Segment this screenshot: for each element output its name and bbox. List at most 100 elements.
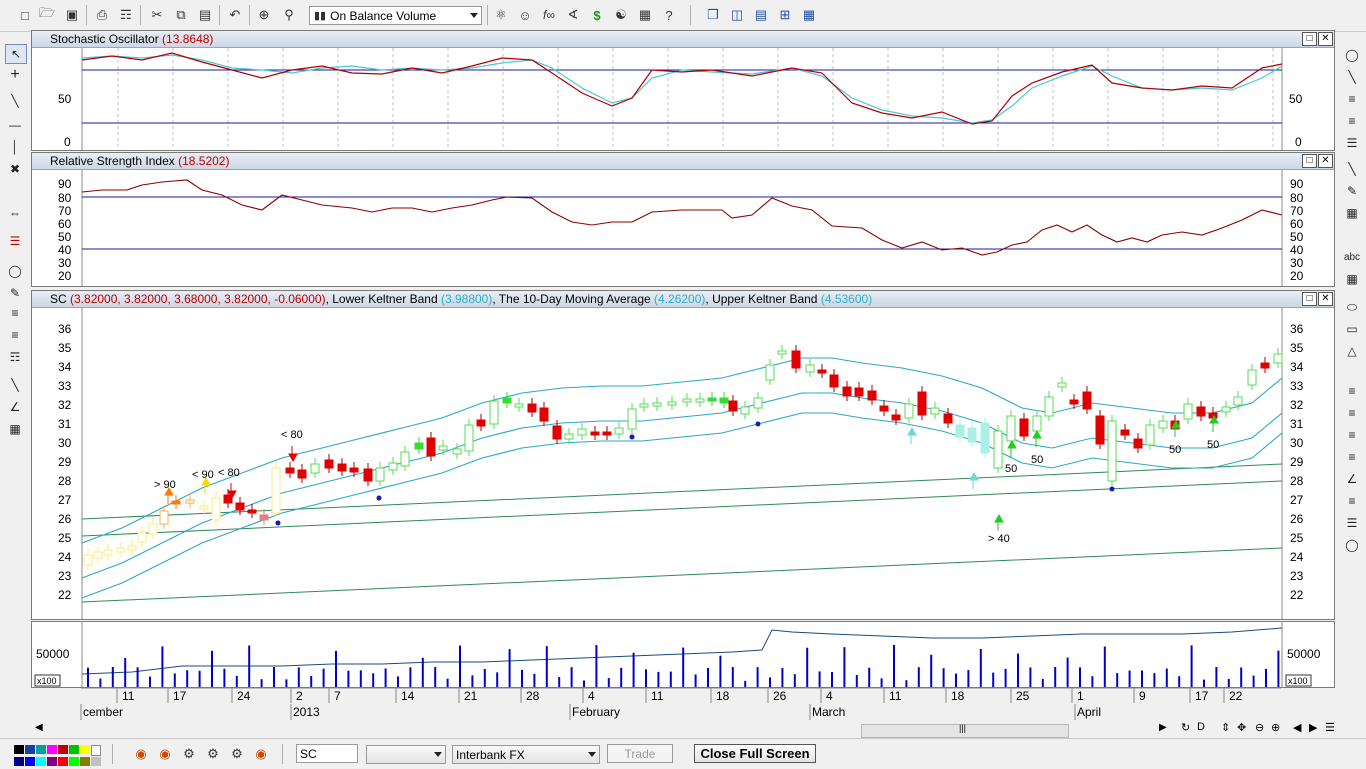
timeframe-select[interactable] [366,745,446,764]
broker-icon[interactable]: ⚙ [180,745,198,763]
close-panel-icon[interactable]: ✕ [1318,32,1333,46]
vertical-move-icon[interactable]: ⇕ [1221,721,1230,734]
expert-advisor-icon[interactable]: ⚛ [492,6,510,24]
candle-body [1095,415,1105,445]
time-zones-icon[interactable]: ☶ [5,348,25,366]
undo-icon[interactable]: ↶ [226,6,244,24]
chart-scrollbar[interactable]: ◀ ||| ▶ ↻ D ⇕ ✥ ⊖ ⊕ ◀ ▶ ☰ [31,721,1335,738]
zoom-in-icon[interactable]: ⊕ [1271,721,1280,734]
close-panel-icon[interactable]: ✕ [1318,154,1333,168]
browser3-icon[interactable]: ◉ [252,745,270,763]
save-icon[interactable]: ▣ [63,6,81,24]
scroll-arrows-icon[interactable]: ⇔ [5,204,25,222]
binoculars-icon[interactable]: ☯ [612,6,630,24]
andrews-pitchfork-icon[interactable]: ≡ [1342,404,1362,422]
triangle-icon[interactable]: △ [1342,342,1362,360]
next-icon[interactable]: ▶ [1309,721,1317,734]
date-axis: 11 17 24 2 7 14 21 28 4 11 18 26 4 11 18 25 1 9 17 22 cembe… [31,687,1335,722]
trendline-icon[interactable]: ╲ [5,92,25,110]
scroll-right-icon[interactable]: ▶ [1159,722,1167,733]
tile-horizontal-icon[interactable]: ▤ [752,6,770,24]
crosshair-icon[interactable]: ⊕ [255,6,273,24]
text-tool-icon[interactable]: abc [1342,248,1362,266]
price-panel[interactable]: SC (3.82000, 3.82000, 3.68000, 3.82000, … [31,290,1335,620]
broker2-icon[interactable]: ⚙ [204,745,222,763]
channel-icon[interactable]: ≡ [1342,448,1362,466]
line-tool-icon[interactable]: ╲ [5,376,25,394]
calculator-icon[interactable]: ▦ [636,6,654,24]
crosshair-tool-icon[interactable]: + [5,66,25,84]
vertical-line-icon[interactable]: │ [5,138,25,156]
fib-fans-icon[interactable]: ≡ [1342,112,1362,130]
indicator-select[interactable]: ▮▮ On Balance Volume [309,6,482,25]
fib-retrace-icon[interactable]: ☰ [1342,134,1362,152]
browser-icon[interactable]: ◉ [132,745,150,763]
pen-icon[interactable]: ✎ [5,284,25,302]
bars-tool-icon[interactable]: ☰ [1342,514,1362,532]
color-lines-icon[interactable]: ☰ [5,232,25,250]
ellipse-icon[interactable]: ⬭ [1342,298,1362,316]
browser2-icon[interactable]: ◉ [156,745,174,763]
arc-tool-icon[interactable]: ◯ [1342,46,1362,64]
symbol-input[interactable]: SC [296,744,358,763]
fan-lines-icon[interactable]: ≡ [1342,492,1362,510]
cut-icon[interactable]: ✂ [148,6,166,24]
list-icon[interactable]: ☰ [1325,721,1335,734]
d-icon[interactable]: D [1197,721,1205,733]
volume-panel[interactable]: 50000 50000 x100 x100 [31,621,1335,688]
fib-arcs-icon[interactable]: ≡ [1342,90,1362,108]
gann-grid-icon[interactable]: ▦ [5,420,25,438]
scroll-thumb[interactable]: ||| [861,723,1069,738]
date-day-label: 11 [122,689,135,703]
arrange-icon[interactable]: ▦ [800,6,818,24]
pencil-icon[interactable]: ✎ [1342,182,1362,200]
copy-icon[interactable]: ⧉ [172,6,190,24]
gann-fan-icon[interactable]: ∠ [1342,470,1362,488]
rsi-panel[interactable]: Relative Strength Index (18.5202) □ ✕ 90… [31,152,1335,287]
help-icon[interactable]: ? [660,6,678,24]
maximize-panel-icon[interactable]: □ [1302,32,1317,46]
grid-hatch-icon[interactable]: ▦ [1342,204,1362,222]
dollar-icon[interactable]: $ [588,6,606,24]
color-palette[interactable] [14,745,104,766]
cycle-lines-icon[interactable]: ≡ [1342,382,1362,400]
rectangle-icon[interactable]: ▭ [1342,320,1362,338]
speed-lines-icon[interactable]: ╲ [1342,160,1362,178]
arc-icon[interactable]: ◯ [5,262,25,280]
zoom-icon[interactable]: ⚲ [280,6,298,24]
close-full-screen-button[interactable]: Close Full Screen [694,744,816,763]
pointer-icon[interactable]: ↖ [5,44,27,64]
function-icon[interactable]: f∞ [540,6,558,24]
stochastic-panel[interactable]: Stochastic Oscillator (13.8648) □ ✕ 50 0… [31,30,1335,151]
broker-select[interactable]: Interbank FX [452,745,600,764]
cascade-windows-icon[interactable]: ❐ [704,6,722,24]
close-panel-icon[interactable]: ✕ [1318,292,1333,306]
new-file-icon[interactable]: □ [16,6,34,24]
fibonacci-extension-icon[interactable]: ≡ [5,326,25,344]
robot-icon[interactable]: ☺ [516,6,534,24]
maximize-panel-icon[interactable]: □ [1302,292,1317,306]
regression-icon[interactable]: ≡ [1342,426,1362,444]
trade-button[interactable]: Trade [607,744,673,763]
maximize-panel-icon[interactable]: □ [1302,154,1317,168]
fibonacci-icon[interactable]: ≡ [5,304,25,322]
move-icon[interactable]: ✥ [1237,721,1246,734]
delete-drawings-icon[interactable]: ✖ [5,160,25,178]
indicator-icon[interactable]: ∢ [564,6,582,24]
refresh-icon[interactable]: ↻ [1181,721,1190,734]
horizontal-line-icon[interactable]: — [5,116,25,134]
paste-icon[interactable]: ▤ [196,6,214,24]
print-icon[interactable]: ⎙ [93,6,111,24]
ray-icon[interactable]: ╲ [1342,68,1362,86]
fan-icon[interactable]: ∠ [5,398,25,416]
scroll-left-icon[interactable]: ◀ [35,722,43,733]
tile-vertical-icon[interactable]: ◫ [728,6,746,24]
arc-tool-2-icon[interactable]: ◯ [1342,536,1362,554]
tile-grid-icon[interactable]: ⊞ [776,6,794,24]
zoom-out-icon[interactable]: ⊖ [1255,721,1264,734]
broker3-icon[interactable]: ⚙ [228,745,246,763]
open-folder-icon[interactable]: 🗁 [38,5,56,24]
print-preview-icon[interactable]: ☶ [117,6,135,24]
prev-icon[interactable]: ◀ [1293,721,1301,734]
table-icon[interactable]: ▦ [1342,270,1362,288]
